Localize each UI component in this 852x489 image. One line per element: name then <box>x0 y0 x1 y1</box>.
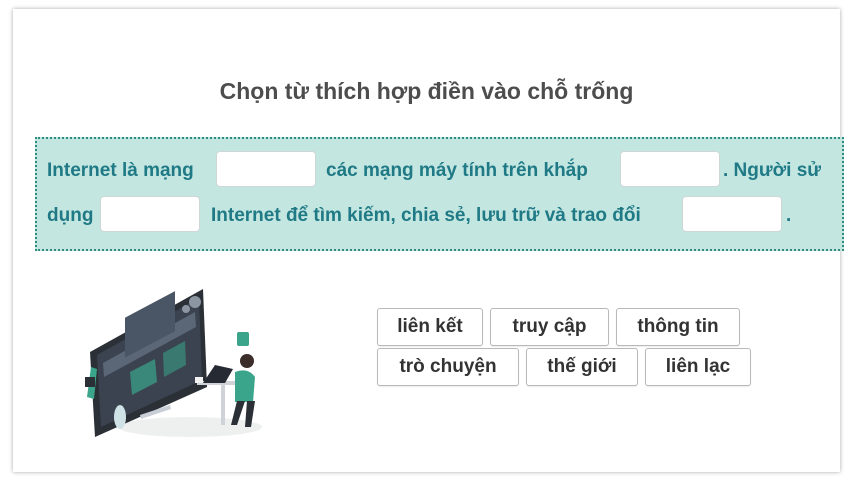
word-choice-6[interactable]: liên lạc <box>645 348 751 386</box>
exercise-title: Chọn từ thích hợp điền vào chỗ trống <box>219 78 634 104</box>
exercise-card: Chọn từ thích hợp điền vào chỗ trống Int… <box>13 9 844 472</box>
word-choice-1[interactable]: liên kết <box>377 308 483 346</box>
blank-slot-3[interactable] <box>100 196 200 232</box>
word-choice-2[interactable]: truy cập <box>490 308 609 346</box>
blank-slot-2[interactable] <box>620 151 720 187</box>
word-choice-5[interactable]: thế giới <box>526 348 638 386</box>
word-choice-4[interactable]: trò chuyện <box>377 348 519 386</box>
passage-text-6: . <box>786 205 792 226</box>
blank-slot-4[interactable] <box>682 196 782 232</box>
fill-in-passage: Internet là mạng các mạng máy tính trên … <box>35 137 844 251</box>
passage-text-3: . Người sử <box>723 160 822 181</box>
blank-slot-1[interactable] <box>216 151 316 187</box>
passage-text-2: các mạng máy tính trên khắp <box>326 160 588 181</box>
passage-text-1: Internet là mạng <box>47 160 194 181</box>
passage-text-5: Internet để tìm kiếm, chia sẻ, lưu trữ v… <box>211 205 641 226</box>
passage-text-4: dụng <box>47 205 94 226</box>
person-at-computer-illustration-icon <box>85 289 262 437</box>
word-choice-3[interactable]: thông tin <box>616 308 740 346</box>
